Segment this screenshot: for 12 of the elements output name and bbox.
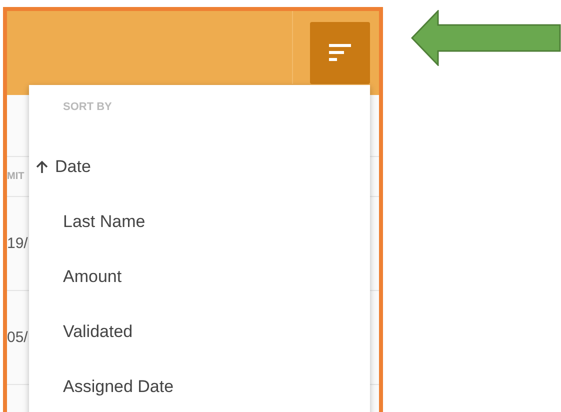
- menu-item[interactable]: Amount: [63, 266, 122, 286]
- table-cell: 05/: [7, 329, 28, 346]
- sort-button[interactable]: [310, 22, 370, 84]
- menu-item[interactable]: Validated: [63, 322, 133, 342]
- sort-icon: [329, 44, 351, 62]
- menu-item[interactable]: Assigned Date: [63, 376, 174, 396]
- arrow-left-icon: [411, 10, 561, 66]
- column-header: MIT: [7, 171, 24, 182]
- menu-heading: SORT BY: [63, 101, 112, 113]
- table-cell: 19/: [7, 235, 28, 252]
- menu-item[interactable]: Last Name: [63, 212, 146, 232]
- menu-item[interactable]: Date: [55, 156, 91, 176]
